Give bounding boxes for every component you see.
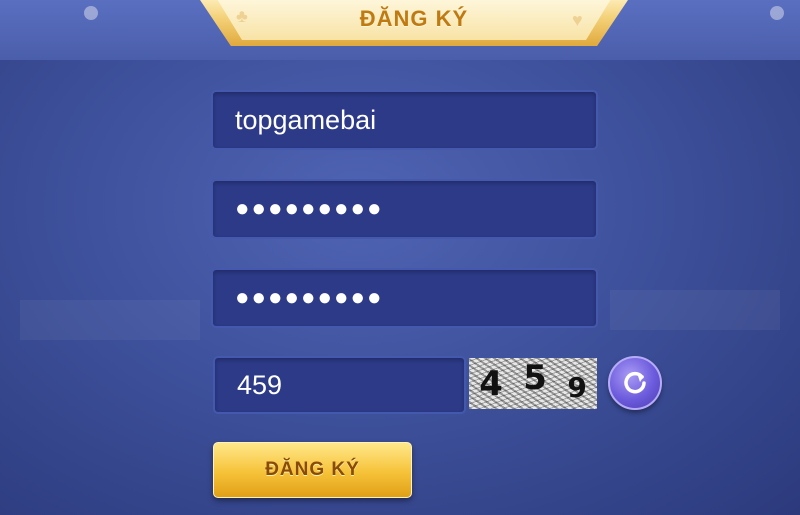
- captcha-digit: 5: [523, 357, 547, 398]
- background-pattern: [20, 300, 200, 340]
- captcha-digit: 9: [567, 371, 587, 404]
- password-field[interactable]: ●●●●●●●●●: [211, 179, 598, 239]
- password-value: ●●●●●●●●●: [235, 195, 384, 222]
- register-button[interactable]: ĐĂNG KÝ: [213, 442, 412, 498]
- username-field[interactable]: topgamebai: [211, 90, 598, 150]
- username-value: topgamebai: [235, 104, 377, 135]
- corner-bolt: [770, 6, 784, 20]
- captcha-input-value: 459: [237, 369, 283, 400]
- refresh-captcha-button[interactable]: [608, 356, 662, 410]
- confirm-password-field[interactable]: ●●●●●●●●●: [211, 268, 598, 328]
- corner-bolt: [84, 6, 98, 20]
- dialog-title: ĐĂNG KÝ: [359, 6, 469, 31]
- captcha-image: 4 5 9: [469, 358, 597, 409]
- background-pattern: [610, 290, 780, 330]
- register-dialog: ♣ ♥ ĐĂNG KÝ topgamebai ●●●●●●●●● ●●●●●●●…: [0, 0, 800, 515]
- refresh-icon: [624, 371, 646, 394]
- confirm-password-value: ●●●●●●●●●: [235, 284, 384, 311]
- captcha-input[interactable]: 459: [213, 356, 466, 414]
- captcha-digit: 4: [479, 363, 503, 404]
